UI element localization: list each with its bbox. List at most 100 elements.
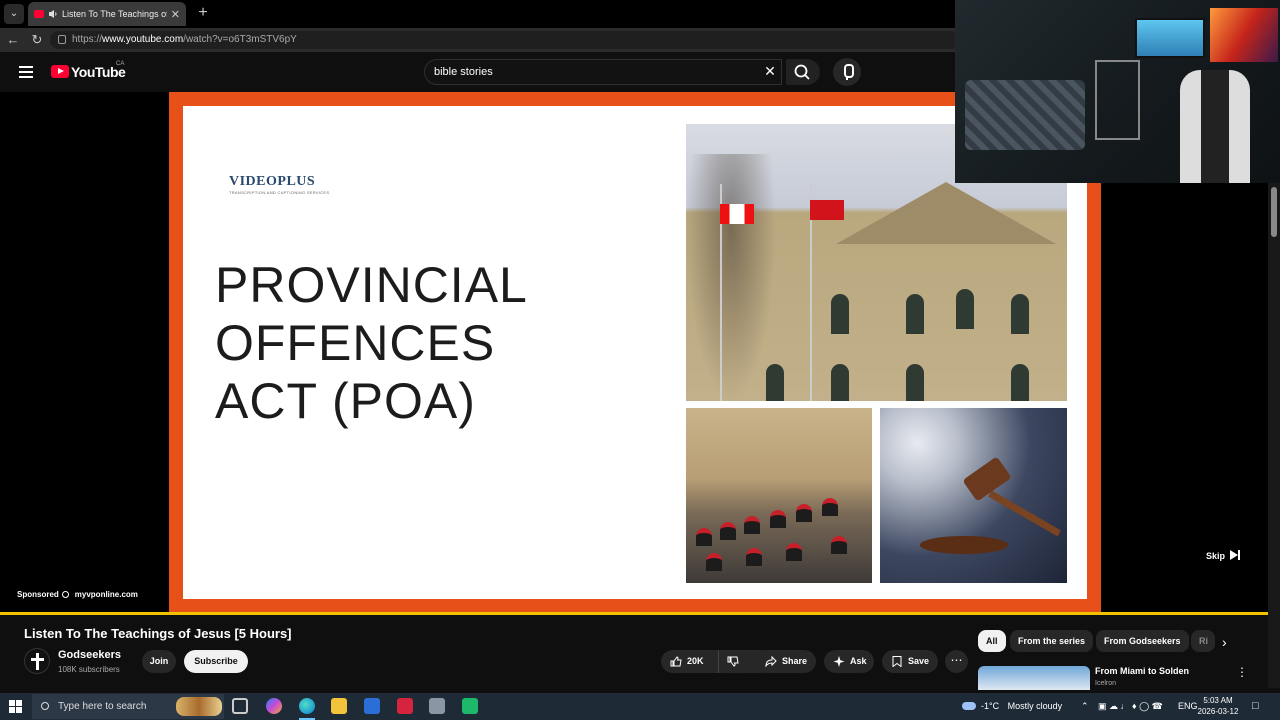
thumbs-down-icon	[727, 656, 739, 667]
task-view-icon[interactable]	[232, 698, 248, 714]
file-explorer-icon[interactable]	[331, 698, 347, 714]
info-icon[interactable]	[61, 591, 69, 598]
chevron-right-icon[interactable]: ›	[1222, 634, 1227, 650]
scrollbar-thumb[interactable]	[1271, 187, 1277, 237]
recommended-video-title[interactable]: From Miami to Solden	[1095, 666, 1189, 676]
search-highlight-image	[176, 697, 222, 716]
new-tab-plus-icon[interactable]: +	[193, 3, 213, 23]
subscriber-count: 108K subscribers	[58, 665, 120, 674]
save-label: Save	[908, 656, 930, 666]
gavel-sound-block	[920, 536, 1008, 554]
weather-widget[interactable]: -1°C Mostly cloudy	[962, 693, 1062, 720]
gavel-handle	[988, 490, 1062, 537]
gavel-photo	[880, 408, 1067, 583]
recommended-more-icon[interactable]: ⋮	[1236, 665, 1248, 679]
browser-tab[interactable]: Listen To The Teachings of Jesus [5 Hour…	[28, 2, 186, 26]
taskbar-clock[interactable]: 5:03 AM 2026-03-12	[1196, 695, 1240, 717]
tab-close-icon[interactable]: ✕	[171, 8, 180, 21]
graduate-figure	[706, 553, 722, 571]
building-window	[956, 289, 974, 329]
search-button[interactable]	[786, 59, 820, 85]
url-domain: www.youtube.com	[102, 34, 184, 45]
taskbar-search-box[interactable]: Type here to search	[32, 694, 224, 719]
dislike-button[interactable]	[718, 650, 746, 673]
chip-all[interactable]: All	[978, 630, 1006, 652]
graduate-figure	[746, 548, 762, 566]
youtube-favicon-icon	[34, 10, 44, 18]
windows-taskbar: Type here to search -1°C Mostly cloudy ⌃…	[0, 693, 1280, 720]
gavel-head	[962, 456, 1012, 502]
webcam-monitor-shape	[1210, 8, 1278, 62]
tray-chevron-up-icon[interactable]: ⌃	[1081, 693, 1089, 720]
tab-list-chevron-icon[interactable]: ⌄	[4, 4, 24, 24]
video-title: Listen To The Teachings of Jesus [5 Hour…	[24, 626, 292, 641]
url-field[interactable]: https://www.youtube.com/watch?v=o6T3mSTV…	[50, 31, 960, 49]
sponsored-label[interactable]: Sponsored myvponline.com	[17, 590, 138, 599]
slide-heading-line: ACT (POA)	[215, 373, 476, 429]
graduate-figure	[796, 504, 812, 522]
windows-start-icon[interactable]	[9, 700, 22, 713]
tray-icons[interactable]: ▣ ☁ ♩ ♦ ◯ ☎	[1098, 693, 1163, 720]
tab-title: Listen To The Teachings of Jesus [5 Hour…	[62, 9, 167, 19]
language-indicator[interactable]: ENG	[1178, 693, 1198, 720]
youtube-logo-icon[interactable]	[51, 65, 69, 78]
building-window	[906, 364, 924, 401]
subscribe-button[interactable]: Subscribe	[184, 650, 248, 673]
search-input[interactable]: bible stories	[424, 59, 782, 85]
save-button[interactable]: Save	[882, 650, 938, 673]
graduate-figure	[696, 528, 712, 546]
skip-next-icon	[1230, 550, 1239, 560]
share-button[interactable]: Share	[756, 650, 816, 673]
chip-from-the-series[interactable]: From the series	[1010, 630, 1094, 652]
share-arrow-icon	[765, 656, 777, 667]
edge-browser-icon[interactable]	[299, 698, 315, 714]
skip-ad-button[interactable]: Skip	[1206, 550, 1241, 561]
page-scrollbar[interactable]	[1268, 183, 1280, 688]
desktop-app-icon[interactable]	[429, 698, 445, 714]
share-label: Share	[782, 656, 808, 666]
channel-avatar[interactable]	[24, 648, 50, 674]
copilot-icon[interactable]	[266, 698, 282, 714]
ad-progress-bar	[0, 612, 1268, 615]
graduate-figure	[720, 522, 736, 540]
reload-icon[interactable]: ↻	[29, 32, 45, 48]
thumbs-up-icon	[670, 656, 682, 667]
notification-icon[interactable]: □	[1252, 693, 1259, 720]
chip-from-godseekers[interactable]: From Godseekers	[1096, 630, 1189, 652]
chip-partial[interactable]: Ri	[1191, 630, 1215, 652]
like-button[interactable]: 20K	[661, 650, 765, 673]
more-actions-icon[interactable]: ⋯	[945, 650, 968, 673]
slide-heading-line: OFFENCES	[215, 315, 496, 371]
building-window	[831, 294, 849, 334]
mail-icon[interactable]	[364, 698, 380, 714]
like-count: 20K	[687, 656, 704, 666]
advertiser-domain[interactable]: myvponline.com	[75, 590, 138, 599]
recommended-video-channel[interactable]: Icelron	[1095, 680, 1116, 687]
back-arrow-icon[interactable]: ←	[5, 32, 21, 48]
taskbar-search-placeholder: Type here to search	[58, 701, 147, 712]
recommended-video-thumbnail[interactable]	[978, 666, 1090, 690]
building-window	[831, 364, 849, 401]
slide-heading: PROVINCIAL OFFENCES ACT (POA)	[215, 256, 528, 430]
speaker-icon[interactable]	[48, 9, 58, 19]
weather-temp: -1°C	[981, 701, 1000, 711]
webcam-overlay	[955, 0, 1280, 183]
gift-app-icon[interactable]	[397, 698, 413, 714]
weather-cloud-icon	[962, 702, 976, 710]
menu-hamburger-icon[interactable]	[19, 66, 33, 78]
clock-time: 5:03 AM	[1203, 696, 1233, 705]
channel-name[interactable]: Godseekers	[58, 649, 121, 661]
ask-label: Ask	[850, 656, 867, 666]
skip-label: Skip	[1206, 551, 1226, 561]
join-button[interactable]: Join	[142, 650, 176, 673]
green-app-icon[interactable]	[462, 698, 478, 714]
weather-desc: Mostly cloudy	[1007, 701, 1063, 711]
building-window	[766, 364, 784, 401]
lock-icon	[58, 35, 66, 44]
webcam-bed-shape	[965, 80, 1085, 150]
graduate-figure	[770, 510, 786, 528]
ad-slide-content: VIDEOPLUS TRANSCRIPTION AND CAPTIONING S…	[183, 106, 1087, 599]
voice-search-mic-icon[interactable]	[833, 58, 861, 86]
ask-button[interactable]: Ask	[824, 650, 874, 673]
clear-search-icon[interactable]: ✕	[762, 63, 778, 79]
